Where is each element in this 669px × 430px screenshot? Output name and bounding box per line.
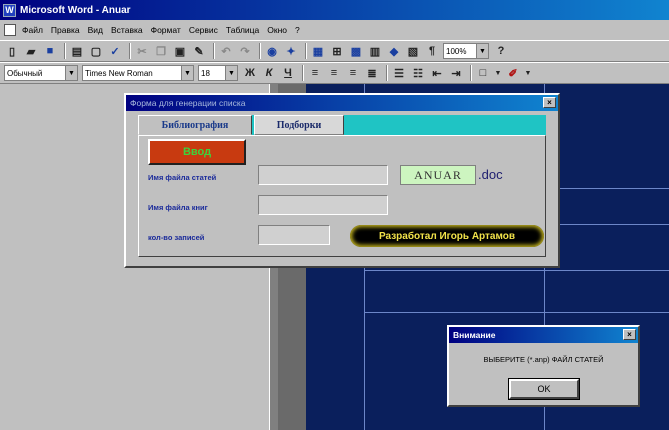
italic-icon[interactable]: К	[261, 65, 277, 81]
toolbar-separator	[213, 43, 215, 59]
books-file-input[interactable]	[258, 195, 388, 215]
office-assistant-icon[interactable]: ?	[493, 43, 509, 59]
record-count-label: кол-во записей	[148, 233, 205, 242]
chevron-down-icon[interactable]: ▼	[524, 65, 532, 81]
document-icon[interactable]	[4, 24, 16, 36]
justify-icon[interactable]: ≣	[364, 65, 380, 81]
toolbar-separator	[64, 43, 66, 59]
menu-file[interactable]: Файл	[22, 25, 43, 35]
spelling-icon[interactable]: ✓	[107, 43, 123, 59]
font-value: Times New Roman	[85, 68, 153, 78]
print-icon[interactable]: ▤	[69, 43, 85, 59]
window-titlebar: W Microsoft Word - Anuar	[0, 0, 669, 20]
tables-borders-icon[interactable]: ▦	[310, 43, 326, 59]
toolbar-separator	[386, 65, 388, 81]
border-icon[interactable]: □	[475, 65, 491, 81]
formatting-toolbar: Обычный ▼ Times New Roman ▼ 18 ▼ Ж К Ч ≡…	[0, 62, 669, 84]
alert-titlebar: Внимание ×	[449, 327, 638, 343]
ok-button[interactable]: OK	[508, 378, 580, 400]
zoom-value: 100%	[446, 46, 467, 56]
web-toolbar-icon[interactable]: ✦	[283, 43, 299, 59]
tab-bibliography[interactable]: Библиография	[138, 115, 252, 135]
format-painter-icon[interactable]: ✎	[191, 43, 207, 59]
underline-icon[interactable]: Ч	[280, 65, 296, 81]
align-right-icon[interactable]: ≡	[345, 65, 361, 81]
columns-icon[interactable]: ▥	[367, 43, 383, 59]
toolbar-separator	[305, 43, 307, 59]
toolbar-separator	[302, 65, 304, 81]
open-folder-icon[interactable]: ▰	[23, 43, 39, 59]
drawing-icon[interactable]: ◆	[386, 43, 402, 59]
articles-file-input[interactable]	[258, 165, 388, 185]
undo-icon[interactable]: ↶	[218, 43, 234, 59]
highlight-icon[interactable]: ✐	[505, 65, 521, 81]
font-select[interactable]: Times New Roman ▼	[82, 65, 194, 81]
document-map-icon[interactable]: ▧	[405, 43, 421, 59]
close-icon[interactable]: ×	[543, 97, 556, 108]
zoom-select[interactable]: 100% ▼	[443, 43, 489, 59]
align-center-icon[interactable]: ≡	[326, 65, 342, 81]
close-icon[interactable]: ×	[623, 329, 636, 340]
new-document-icon[interactable]: ▯	[4, 43, 20, 59]
standard-toolbar: ▯ ▰ ■ ▤ ▢ ✓ ✂ ❐ ▣ ✎ ↶ ↷ ◉ ✦ ▦ ⊞ ▩ ▥ ◆ ▧ …	[0, 40, 669, 62]
menu-bar: Файл Правка Вид Вставка Формат Сервис Та…	[0, 20, 669, 40]
show-hide-icon[interactable]: ¶	[424, 43, 440, 59]
redo-icon[interactable]: ↷	[237, 43, 253, 59]
cut-icon[interactable]: ✂	[134, 43, 150, 59]
paste-icon[interactable]: ▣	[172, 43, 188, 59]
menu-table[interactable]: Таблица	[226, 25, 259, 35]
file-extension-label: .doc	[478, 167, 503, 182]
font-size-value: 18	[201, 68, 210, 78]
font-size-select[interactable]: 18 ▼	[198, 65, 238, 81]
toolbar-separator	[129, 43, 131, 59]
menu-window[interactable]: Окно	[267, 25, 287, 35]
tab-collections[interactable]: Подборки	[254, 115, 344, 135]
chevron-down-icon[interactable]: ▼	[225, 66, 237, 80]
table-gridline	[364, 312, 669, 313]
toolbar-separator	[259, 43, 261, 59]
menu-tools[interactable]: Сервис	[189, 25, 218, 35]
alert-dialog: Внимание × ВЫБЕРИТЕ (*.anp) ФАЙЛ СТАТЕЙ …	[447, 325, 640, 407]
insert-table-icon[interactable]: ⊞	[329, 43, 345, 59]
decrease-indent-icon[interactable]: ⇤	[429, 65, 445, 81]
chevron-down-icon[interactable]: ▼	[494, 65, 502, 81]
style-value: Обычный	[7, 68, 43, 78]
menu-help[interactable]: ?	[295, 25, 300, 35]
style-select[interactable]: Обычный ▼	[4, 65, 78, 81]
bullets-icon[interactable]: ☷	[410, 65, 426, 81]
menu-format[interactable]: Формат	[151, 25, 181, 35]
chevron-down-icon[interactable]: ▼	[181, 66, 193, 80]
print-preview-icon[interactable]: ▢	[88, 43, 104, 59]
chevron-down-icon[interactable]: ▼	[476, 44, 488, 58]
alert-title: Внимание	[453, 330, 496, 340]
table-gridline	[364, 270, 669, 271]
toolbar-separator	[470, 65, 472, 81]
filename-field[interactable]: ANUAR	[400, 165, 476, 185]
articles-file-label: Имя файла статей	[148, 173, 217, 182]
record-count-input[interactable]	[258, 225, 330, 245]
form-titlebar: Форма для генерации списка ×	[126, 95, 558, 111]
copy-icon[interactable]: ❐	[153, 43, 169, 59]
insert-excel-icon[interactable]: ▩	[348, 43, 364, 59]
word-app-icon: W	[3, 3, 16, 17]
tab-strip: Библиография Подборки	[138, 115, 546, 135]
increase-indent-icon[interactable]: ⇥	[448, 65, 464, 81]
books-file-label: Имя файла книг	[148, 203, 208, 212]
window-title: Microsoft Word - Anuar	[20, 4, 131, 16]
save-icon[interactable]: ■	[42, 43, 58, 59]
chevron-down-icon[interactable]: ▼	[65, 66, 77, 80]
bold-icon[interactable]: Ж	[242, 65, 258, 81]
menu-insert[interactable]: Вставка	[111, 25, 143, 35]
input-button[interactable]: Ввод	[148, 139, 246, 165]
generation-form-dialog: Форма для генерации списка × Библиографи…	[124, 93, 560, 268]
alert-message: ВЫБЕРИТЕ (*.anp) ФАЙЛ СТАТЕЙ	[483, 355, 604, 364]
form-title: Форма для генерации списка	[130, 98, 246, 108]
menu-edit[interactable]: Правка	[51, 25, 80, 35]
align-left-icon[interactable]: ≡	[307, 65, 323, 81]
developer-credit-badge: Разработал Игорь Артамов	[350, 225, 544, 247]
hyperlink-icon[interactable]: ◉	[264, 43, 280, 59]
numbering-icon[interactable]: ☰	[391, 65, 407, 81]
menu-view[interactable]: Вид	[88, 25, 103, 35]
